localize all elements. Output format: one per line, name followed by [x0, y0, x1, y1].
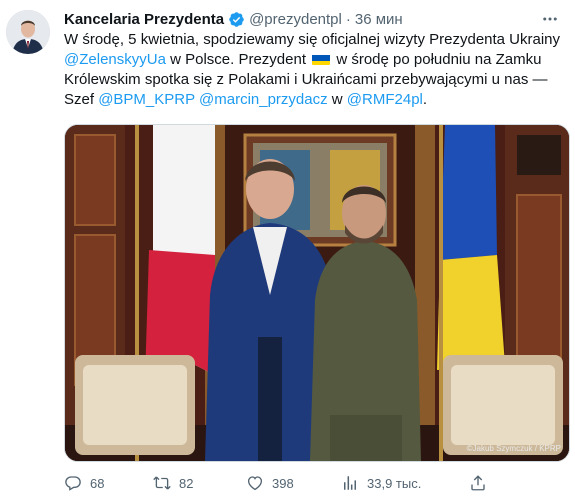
verified-badge-icon [228, 11, 245, 28]
more-icon[interactable] [539, 8, 561, 30]
retweet-count: 82 [179, 475, 194, 491]
tweet-text-part: w [327, 91, 347, 108]
like-count: 398 [272, 475, 294, 491]
tweet-text: W środę, 5 kwietnia, spodziewamy się ofi… [64, 30, 564, 110]
retweet-button[interactable]: 82 [153, 474, 193, 492]
tweet-photo[interactable]: ©Jakub Szymczuk / KPRP [64, 124, 570, 462]
mention-link[interactable]: @BPM_KPRP [98, 91, 195, 108]
tweet-actions: 68 82 398 33,9 тыс. [64, 472, 564, 494]
tweet-text-part: w Polsce. Prezydent [165, 51, 311, 68]
author-handle[interactable]: @prezydentpl [249, 11, 342, 28]
mention-link[interactable]: @ZelenskyyUa [64, 51, 166, 68]
reply-button[interactable]: 68 [64, 474, 104, 492]
author-avatar[interactable] [6, 10, 50, 54]
like-icon [247, 476, 263, 491]
views-count: 33,9 тыс. [367, 475, 422, 491]
tweet-header: Kancelaria Prezydenta @prezydentpl · 36 … [64, 8, 565, 30]
views-button[interactable]: 33,9 тыс. [341, 474, 421, 492]
retweet-icon [153, 476, 171, 490]
timestamp[interactable]: 36 мин [355, 11, 403, 28]
reply-icon [65, 476, 81, 491]
photo-credit: ©Jakub Szymczuk / KPRP [466, 444, 561, 453]
author-name[interactable]: Kancelaria Prezydenta [64, 11, 224, 28]
mention-link[interactable]: @marcin_przydacz [199, 91, 328, 108]
tweet-text-part: W środę, 5 kwietnia, spodziewamy się ofi… [64, 31, 561, 48]
tweet-text-part: . [422, 91, 428, 108]
views-icon [344, 476, 356, 490]
ukraine-flag-icon [312, 53, 331, 65]
reply-count: 68 [90, 475, 105, 491]
mention-link[interactable]: @RMF24pl [347, 91, 423, 108]
share-icon [471, 475, 485, 491]
share-button[interactable] [469, 474, 495, 492]
separator-dot: · [345, 10, 351, 28]
like-button[interactable]: 398 [246, 474, 294, 492]
